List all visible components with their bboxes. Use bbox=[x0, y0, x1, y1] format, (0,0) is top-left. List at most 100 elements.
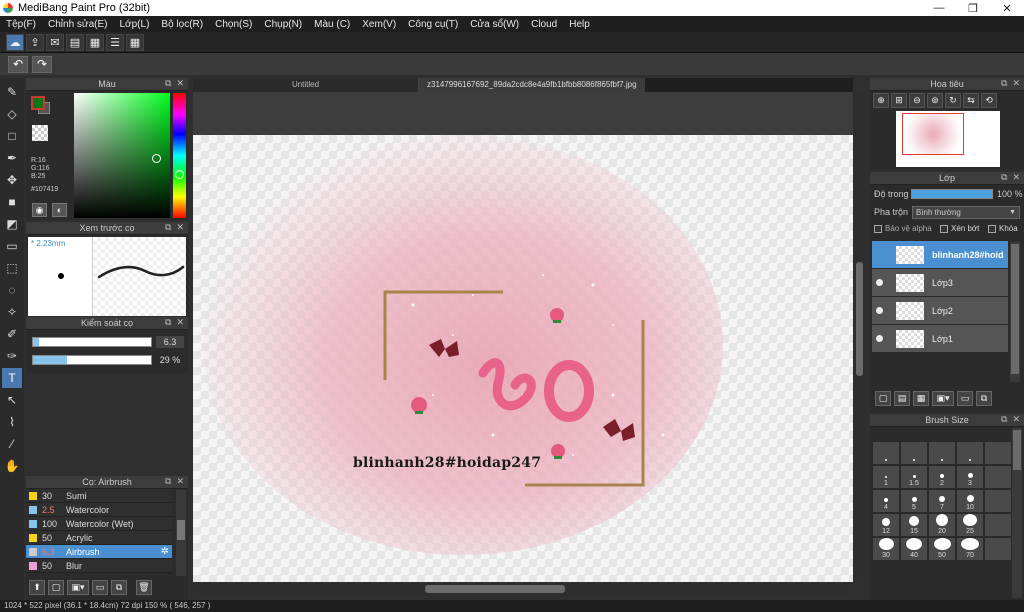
undo-icon[interactable]: ↶ bbox=[8, 55, 28, 73]
comment-icon[interactable]: ✉ bbox=[46, 33, 64, 51]
hand-icon[interactable]: ✋ bbox=[2, 456, 22, 476]
protect-alpha-checkbox[interactable]: Bảo vệ alpha bbox=[874, 224, 932, 233]
undock-icon[interactable]: ⧉ bbox=[165, 78, 171, 89]
layer-row[interactable]: Lớp3 bbox=[872, 269, 1008, 297]
brush-list-item[interactable]: 2.5 Watercolor bbox=[26, 503, 172, 517]
brush-size-scroll-thumb[interactable] bbox=[1013, 430, 1021, 470]
eraser-icon[interactable]: ◇ bbox=[2, 104, 22, 124]
select-rect-icon[interactable]: ⬚ bbox=[2, 258, 22, 278]
undock-icon[interactable]: ⧉ bbox=[1001, 78, 1007, 89]
gear-icon[interactable]: ✲ bbox=[161, 546, 169, 557]
brush-size-scrollbar[interactable] bbox=[1012, 428, 1022, 598]
brush-list-scrollbar[interactable] bbox=[176, 490, 186, 576]
lock-checkbox[interactable]: Khóa bbox=[988, 224, 1018, 233]
canvas-area[interactable]: blinhanh28#hoidap247 bbox=[193, 92, 853, 582]
brush-opacity-slider[interactable] bbox=[32, 355, 152, 365]
select-eraser-icon[interactable]: ✑ bbox=[2, 346, 22, 366]
cloud-icon[interactable]: ☁ bbox=[6, 33, 24, 51]
menu-color[interactable]: Màu (C) bbox=[308, 19, 356, 30]
rectangle-icon[interactable]: □ bbox=[2, 126, 22, 146]
menu-help[interactable]: Help bbox=[563, 19, 596, 30]
color-wheel-icon[interactable]: ◐ bbox=[52, 203, 67, 217]
close-panel-icon[interactable]: ✕ bbox=[176, 78, 184, 89]
canvas-vertical-scrollbar[interactable] bbox=[853, 92, 866, 582]
brush-size-cell[interactable]: 4 bbox=[872, 489, 900, 513]
new-brush-icon[interactable]: ▢ bbox=[48, 579, 64, 595]
magic-wand-icon[interactable]: ✧ bbox=[2, 302, 22, 322]
close-panel-icon[interactable]: ✕ bbox=[176, 317, 184, 328]
hue-slider[interactable] bbox=[173, 93, 186, 218]
hue-cursor[interactable] bbox=[175, 170, 184, 179]
brush-size-cell[interactable] bbox=[984, 489, 1012, 513]
brush-size-cell[interactable] bbox=[872, 441, 900, 465]
brush-size-cell[interactable]: 15 bbox=[900, 513, 928, 537]
layer-row[interactable]: blinhanh28#hoidap247 bbox=[872, 241, 1008, 269]
upload-icon[interactable]: ⇪ bbox=[26, 33, 44, 51]
redo-icon[interactable]: ↷ bbox=[32, 55, 52, 73]
folder-icon[interactable]: ▭ bbox=[92, 579, 108, 595]
brush-size-value[interactable]: 6.3 bbox=[156, 336, 184, 348]
layer-list-scrollbar[interactable] bbox=[1010, 242, 1020, 382]
brush-list-item[interactable]: 30 Sumi bbox=[26, 489, 172, 503]
document-icon[interactable]: ▦ bbox=[86, 33, 104, 51]
blend-mode-select[interactable]: Bình thường ▼ bbox=[912, 206, 1020, 219]
menu-window[interactable]: Cửa sổ(W) bbox=[464, 19, 525, 30]
brush-size-cell[interactable] bbox=[928, 441, 956, 465]
select-pen-icon[interactable]: ✐ bbox=[2, 324, 22, 344]
menu-view[interactable]: Xem(V) bbox=[356, 19, 402, 30]
close-panel-icon[interactable]: ✕ bbox=[176, 476, 184, 487]
brush-size-cell[interactable]: 1 bbox=[872, 465, 900, 489]
undock-icon[interactable]: ⧉ bbox=[165, 222, 171, 233]
menu-cloud[interactable]: Cloud bbox=[525, 19, 563, 30]
layer-list-scroll-thumb[interactable] bbox=[1011, 244, 1019, 374]
delete-brush-icon[interactable]: 🗑 bbox=[136, 579, 152, 595]
gradient-icon[interactable]: ▭ bbox=[2, 236, 22, 256]
eye-icon[interactable] bbox=[876, 279, 883, 286]
color-picker-cursor[interactable] bbox=[152, 154, 161, 163]
brush-list-scroll-thumb[interactable] bbox=[177, 520, 185, 540]
duplicate-layer-icon[interactable]: ⧉ bbox=[976, 390, 992, 406]
clipping-checkbox[interactable]: Xén bớt bbox=[940, 224, 979, 233]
pen-icon[interactable]: ✒ bbox=[2, 148, 22, 168]
brush-size-cell[interactable] bbox=[984, 441, 1012, 465]
brush-size-cell[interactable]: 7 bbox=[928, 489, 956, 513]
brush-size-cell[interactable]: 70 bbox=[956, 537, 984, 561]
brush-size-cell[interactable]: 20 bbox=[928, 513, 956, 537]
cloud-brush-icon[interactable]: ⬆ bbox=[29, 579, 45, 595]
tab-image[interactable]: z3147996167692_89da2cdc8e4a9fb1bfbb8086f… bbox=[418, 78, 645, 92]
brush-size-cell[interactable]: 5 bbox=[900, 489, 928, 513]
zoom-out-icon[interactable]: ⊖ bbox=[909, 92, 925, 108]
maximize-button[interactable]: ❐ bbox=[956, 0, 990, 16]
canvas-horizontal-scrollbar[interactable] bbox=[193, 582, 853, 596]
brush-size-cell[interactable]: 50 bbox=[928, 537, 956, 561]
brush-size-cell[interactable]: 25 bbox=[956, 513, 984, 537]
undock-icon[interactable]: ⧉ bbox=[165, 317, 171, 328]
new-8bit-layer-icon[interactable]: ▦ bbox=[913, 390, 929, 406]
palette-icon[interactable]: ◉ bbox=[32, 203, 47, 217]
brush-size-cell[interactable]: 12 bbox=[872, 513, 900, 537]
close-button[interactable]: ✕ bbox=[990, 0, 1024, 16]
menu-file[interactable]: Tệp(F) bbox=[0, 19, 42, 30]
undock-icon[interactable]: ⧉ bbox=[1001, 414, 1007, 425]
eye-icon[interactable] bbox=[876, 335, 883, 342]
transparent-color-swatch[interactable] bbox=[32, 125, 48, 141]
brush-list-item[interactable]: 100 Watercolor (Wet) bbox=[26, 517, 172, 531]
layer-folder-icon[interactable]: ▭ bbox=[957, 390, 973, 406]
menu-layer[interactable]: Lớp(L) bbox=[114, 19, 156, 30]
move-icon[interactable]: ✥ bbox=[2, 170, 22, 190]
document-canvas[interactable]: blinhanh28#hoidap247 bbox=[193, 135, 853, 582]
brush-size-cell[interactable] bbox=[900, 441, 928, 465]
add-layer-dropdown-icon[interactable]: ▣▾ bbox=[932, 390, 954, 406]
minimize-button[interactable]: — bbox=[922, 0, 956, 16]
new-halftone-layer-icon[interactable]: ▤ bbox=[894, 390, 910, 406]
layer-row[interactable]: Lớp1 bbox=[872, 325, 1008, 353]
dropper-icon[interactable]: ⌇ bbox=[2, 412, 22, 432]
zoom-reset-icon[interactable]: ⊚ bbox=[927, 92, 943, 108]
brush-size-cell[interactable]: 1.5 bbox=[900, 465, 928, 489]
undock-icon[interactable]: ⧉ bbox=[1001, 172, 1007, 183]
navigator-preview[interactable] bbox=[896, 111, 1000, 167]
rotate-icon[interactable]: ↻ bbox=[945, 92, 961, 108]
undock-icon[interactable]: ⧉ bbox=[165, 476, 171, 487]
zoom-in-icon[interactable]: ⊕ bbox=[873, 92, 889, 108]
brush-size-cell[interactable]: 40 bbox=[900, 537, 928, 561]
